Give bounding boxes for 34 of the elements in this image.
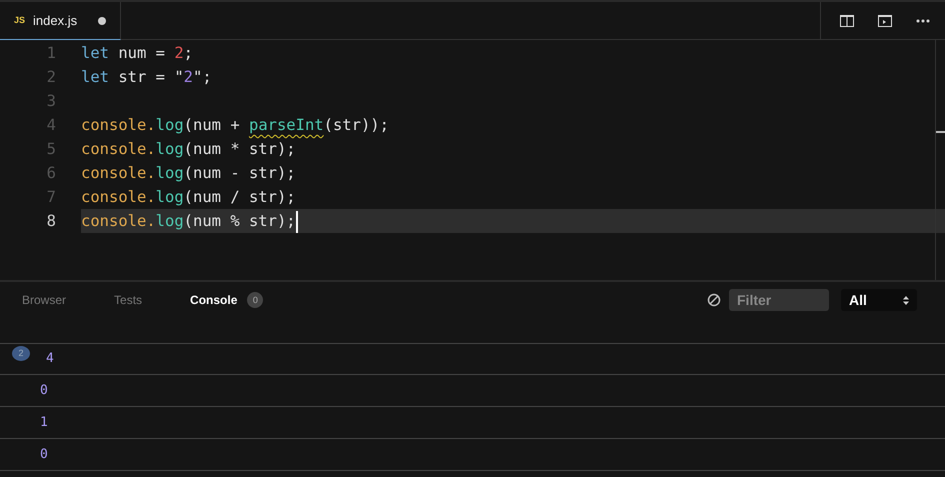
- clear-console-icon[interactable]: [707, 293, 721, 307]
- log-value: 4: [46, 350, 54, 368]
- line-number: 3: [46, 91, 56, 112]
- repeat-count-badge: 2: [12, 346, 30, 361]
- code-line: console.log(num - str);: [81, 163, 297, 184]
- code-line: console.log(num + parseInt(str));: [81, 115, 390, 136]
- code-line: console.log(num * str);: [81, 139, 297, 160]
- unsaved-dot-icon: [98, 16, 106, 24]
- panel-tab[interactable]: Tests: [114, 291, 142, 309]
- log-value: 0: [40, 446, 48, 464]
- more-icon: [916, 19, 930, 23]
- scrollbar[interactable]: [935, 40, 945, 280]
- panel-tab[interactable]: Console: [190, 291, 238, 309]
- line-number: 7: [46, 187, 56, 208]
- filter-field[interactable]: Filter: [729, 289, 829, 311]
- line-number: 2: [46, 67, 56, 88]
- tab-label: index.js: [33, 12, 78, 30]
- line-number: 5: [46, 139, 56, 160]
- log-value: 1: [40, 414, 48, 432]
- line-number: 4: [46, 115, 56, 136]
- js-icon: JS: [14, 14, 26, 28]
- log-value: 0: [40, 382, 48, 400]
- level-select[interactable]: All: [841, 289, 917, 311]
- line-number: 8: [46, 211, 56, 232]
- line-number: 1: [46, 43, 56, 64]
- code-line: console.log(num / str);: [81, 187, 297, 208]
- code-line: let num = 2;: [81, 43, 194, 64]
- text-cursor: [296, 210, 298, 233]
- updown-caret-icon: [903, 296, 909, 304]
- code-line: let str = "2";: [81, 67, 213, 88]
- line-number: 6: [46, 163, 56, 184]
- file-tab[interactable]: JS index.js: [0, 2, 121, 40]
- panel-tab[interactable]: Browser: [22, 291, 66, 309]
- count-badge: 0: [247, 292, 264, 308]
